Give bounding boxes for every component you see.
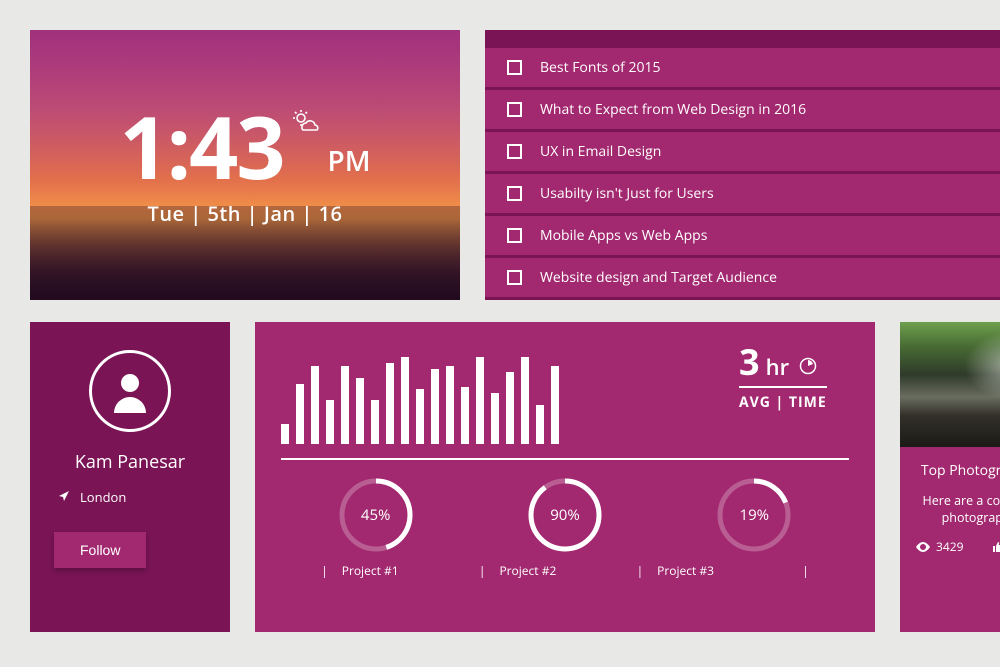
project-label: Project #2 [479, 562, 556, 579]
bar-chart [281, 344, 721, 444]
chart-bar [341, 366, 349, 444]
project-labels-row: Project #1 Project #2 Project #3 | [281, 562, 849, 579]
progress-ring: 19% [715, 476, 793, 554]
progress-ring: 45% [337, 476, 415, 554]
chart-bar [446, 366, 454, 444]
chart-bar [311, 366, 319, 444]
thumbs-up-icon [991, 541, 1000, 553]
row2-container: Kam Panesar London Follow 3 hr AVG | TIM… [30, 322, 875, 632]
chart-bar [416, 389, 424, 444]
checklist-item[interactable]: Website design and Target Audience [485, 258, 1000, 297]
clock-ampm: PM [328, 142, 371, 180]
photo-thumbnail [900, 322, 1000, 447]
photo-likes: 2200 [991, 538, 1000, 555]
project-label: Project #3 [637, 562, 728, 579]
chart-bar [551, 366, 559, 444]
clock-icon [799, 357, 817, 380]
chart-bar [371, 400, 379, 444]
profile-location-text: London [80, 488, 126, 506]
photo-stats-row: 3429 2200 1200 [900, 538, 1000, 569]
chart-bar [506, 372, 514, 444]
progress-rings-row: 45% 90% 19% [281, 476, 849, 554]
checklist-item-label: Website design and Target Audience [540, 268, 777, 287]
checkbox-icon[interactable] [507, 270, 522, 285]
checkbox-icon[interactable] [507, 186, 522, 201]
chart-bar [431, 369, 439, 444]
eye-icon [916, 542, 930, 552]
chart-bar [461, 387, 469, 444]
clock-time: 1:43 [119, 104, 283, 190]
project-label: Project #1 [321, 562, 398, 579]
checklist-item[interactable]: Best Fonts of 2015 [485, 48, 1000, 87]
chart-bar [401, 357, 409, 444]
chart-bar [476, 357, 484, 444]
project-label-trail: | [802, 562, 809, 579]
checkbox-icon[interactable] [507, 228, 522, 243]
stats-divider [281, 458, 849, 460]
avg-time-block: 3 hr AVG | TIME [739, 344, 849, 412]
avatar [89, 350, 171, 432]
checklist-card: Best Fonts of 2015 What to Expect from We… [485, 30, 1000, 300]
avg-value: 3 [739, 344, 760, 380]
sun-cloud-icon [290, 109, 322, 138]
chart-bar [326, 400, 334, 444]
checkbox-icon[interactable] [507, 144, 522, 159]
profile-card: Kam Panesar London Follow [30, 322, 230, 632]
chart-bar [386, 363, 394, 444]
photo-card: Top Photographs from 2015 Here are a col… [900, 322, 1000, 632]
progress-ring: 90% [526, 476, 604, 554]
profile-name: Kam Panesar [75, 450, 185, 474]
checklist-item-label: Usabilty isn't Just for Users [540, 184, 714, 203]
clock-time-row: 1:43 PM [119, 104, 370, 190]
clock-date: Tue | 5th | Jan | 16 [148, 200, 343, 227]
progress-percent: 45% [361, 505, 391, 525]
clock-weather-card: 1:43 PM Tue | 5th | Jan | 16 [30, 30, 460, 300]
checklist-item[interactable]: UX in Email Design [485, 132, 1000, 171]
checklist-item[interactable]: Usabilty isn't Just for Users [485, 174, 1000, 213]
progress-percent: 90% [550, 505, 580, 525]
photo-views-count: 3429 [936, 538, 963, 555]
progress-percent: 19% [740, 505, 770, 525]
checklist-item[interactable]: What to Expect from Web Design in 2016 [485, 90, 1000, 129]
chart-bar [536, 405, 544, 444]
avg-label: AVG | TIME [739, 386, 827, 412]
chart-bar [356, 378, 364, 444]
checklist-item-label: What to Expect from Web Design in 2016 [540, 100, 806, 119]
checklist-item-label: UX in Email Design [540, 142, 661, 161]
profile-location: London [58, 488, 126, 506]
checkbox-icon[interactable] [507, 102, 522, 117]
chart-bar [296, 384, 304, 444]
checklist-item[interactable]: Mobile Apps vs Web Apps [485, 216, 1000, 255]
chart-bar [281, 424, 289, 444]
follow-button[interactable]: Follow [54, 532, 146, 568]
stats-card: 3 hr AVG | TIME 45% 90% 19% Project #1Pr… [255, 322, 875, 632]
chart-bar [521, 357, 529, 444]
chart-bar [491, 393, 499, 444]
photo-views: 3429 [916, 538, 963, 555]
photo-description: Here are a collection of the top photogr… [916, 492, 1000, 526]
avg-unit: hr [766, 352, 789, 382]
location-arrow-icon [58, 488, 70, 506]
checklist-item-label: Best Fonts of 2015 [540, 58, 661, 77]
checklist-item-label: Mobile Apps vs Web Apps [540, 226, 707, 245]
photo-title: Top Photographs from 2015 [916, 461, 1000, 480]
checkbox-icon[interactable] [507, 60, 522, 75]
